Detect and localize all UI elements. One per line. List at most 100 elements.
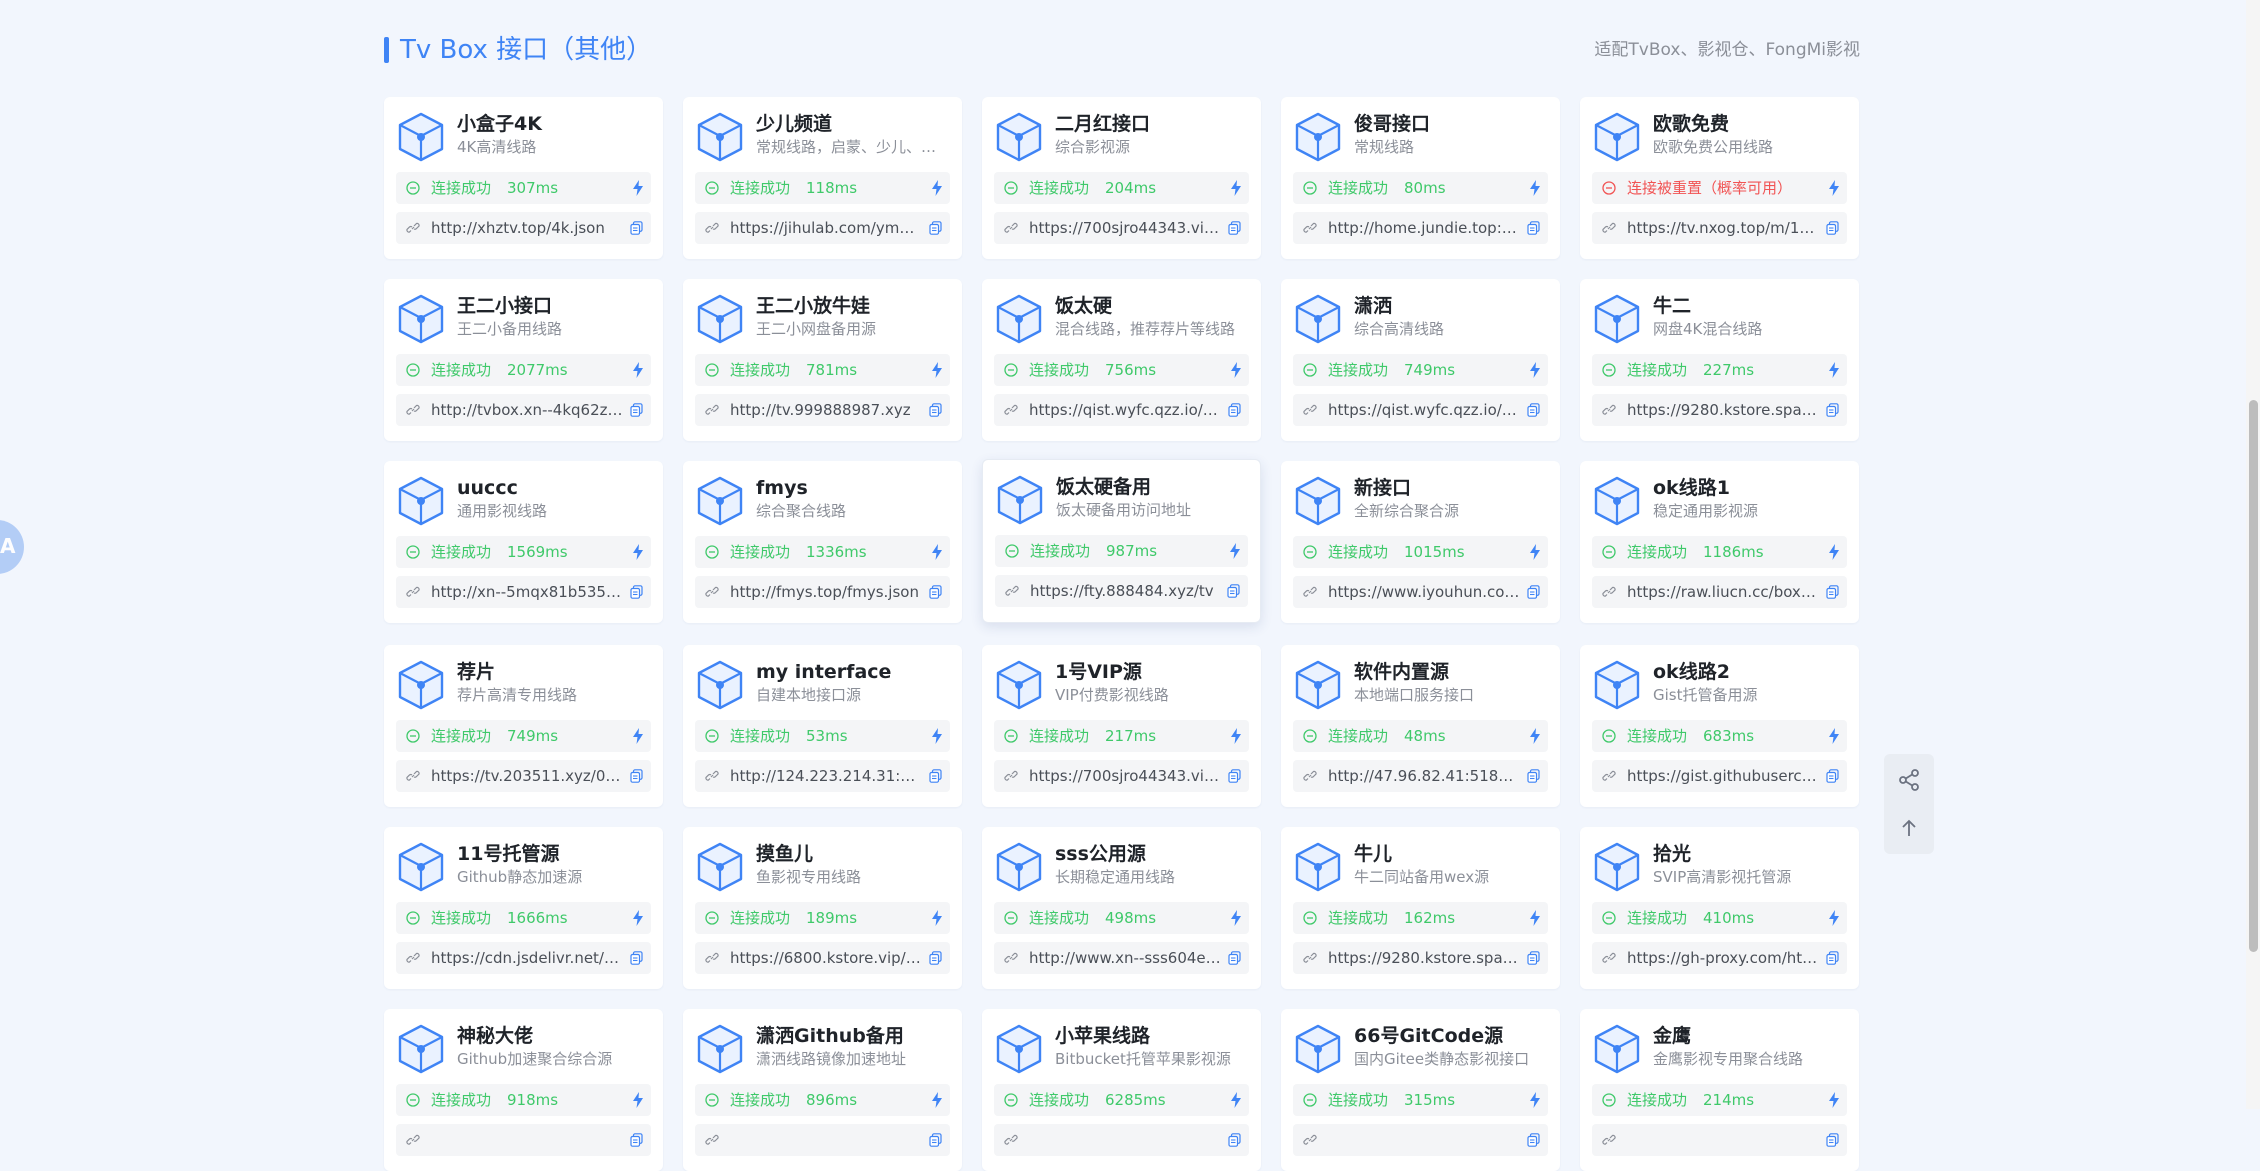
- interface-card[interactable]: ok线路2 Gist托管备用源 连接成功 683ms https://gist.…: [1580, 645, 1859, 807]
- interface-url[interactable]: https://tv.nxog.top/m/11…: [1627, 212, 1819, 244]
- bolt-icon[interactable]: [1231, 910, 1241, 926]
- interface-card[interactable]: 饭太硬备用 饭太硬备用访问地址 连接成功 987ms https://fty.8…: [982, 459, 1261, 623]
- copy-icon[interactable]: [929, 769, 942, 783]
- copy-icon[interactable]: [929, 585, 942, 599]
- copy-icon[interactable]: [630, 1133, 643, 1147]
- bolt-icon[interactable]: [1530, 362, 1540, 378]
- interface-url[interactable]: http://124.223.214.31:8/…: [730, 760, 922, 792]
- interface-card[interactable]: fmys 综合聚合线路 连接成功 1336ms http://fmys.top/…: [683, 461, 962, 623]
- interface-card[interactable]: 王二小放牛娃 王二小网盘备用源 连接成功 781ms http://tv.999…: [683, 279, 962, 441]
- interface-url[interactable]: https://700sjro44343.vic…: [1029, 212, 1221, 244]
- bolt-icon[interactable]: [932, 180, 942, 196]
- interface-card[interactable]: 二月红接口 综合影视源 连接成功 204ms https://700sjro44…: [982, 97, 1261, 259]
- interface-url[interactable]: http://fmys.top/fmys.json: [730, 576, 922, 608]
- interface-card[interactable]: sss公用源 长期稳定通用线路 连接成功 498ms http://www.xn…: [982, 827, 1261, 989]
- copy-icon[interactable]: [1826, 585, 1839, 599]
- interface-card[interactable]: 潇洒 综合高清线路 连接成功 749ms https://qist.wyfc.q…: [1281, 279, 1560, 441]
- copy-icon[interactable]: [929, 1133, 942, 1147]
- interface-url[interactable]: http://xn--5mqx81b535…: [431, 576, 623, 608]
- copy-icon[interactable]: [1527, 1133, 1540, 1147]
- scrollbar-thumb[interactable]: [2249, 400, 2258, 952]
- bolt-icon[interactable]: [1530, 544, 1540, 560]
- bolt-icon[interactable]: [633, 728, 643, 744]
- interface-card[interactable]: 小苹果线路 Bitbucket托管苹果影视源 连接成功 6285ms: [982, 1009, 1261, 1171]
- copy-icon[interactable]: [630, 403, 643, 417]
- copy-icon[interactable]: [1527, 403, 1540, 417]
- copy-icon[interactable]: [630, 769, 643, 783]
- interface-card[interactable]: 金鹰 金鹰影视专用聚合线路 连接成功 214ms: [1580, 1009, 1859, 1171]
- bolt-icon[interactable]: [932, 728, 942, 744]
- bolt-icon[interactable]: [932, 910, 942, 926]
- bolt-icon[interactable]: [1231, 362, 1241, 378]
- bolt-icon[interactable]: [932, 544, 942, 560]
- bolt-icon[interactable]: [1829, 1092, 1839, 1108]
- interface-card[interactable]: 牛二 网盘4K混合线路 连接成功 227ms https://9280.ksto…: [1580, 279, 1859, 441]
- interface-url[interactable]: https://qist.wyfc.qzz.io/x…: [1328, 394, 1520, 426]
- translate-button[interactable]: A: [0, 520, 24, 574]
- arrow-up-icon[interactable]: [1897, 816, 1921, 840]
- bolt-icon[interactable]: [1231, 728, 1241, 744]
- interface-url[interactable]: https://jihulab.com/ymz1…: [730, 212, 922, 244]
- copy-icon[interactable]: [630, 585, 643, 599]
- copy-icon[interactable]: [1826, 221, 1839, 235]
- copy-icon[interactable]: [630, 951, 643, 965]
- copy-icon[interactable]: [1527, 221, 1540, 235]
- copy-icon[interactable]: [929, 221, 942, 235]
- copy-icon[interactable]: [1228, 403, 1241, 417]
- interface-url[interactable]: https://qist.wyfc.qzz.io/ft…: [1029, 394, 1221, 426]
- bolt-icon[interactable]: [1829, 180, 1839, 196]
- interface-url[interactable]: https://700sjro44343.vic…: [1029, 760, 1221, 792]
- interface-card[interactable]: 摸鱼儿 鱼影视专用线路 连接成功 189ms https://6800.ksto…: [683, 827, 962, 989]
- copy-icon[interactable]: [1228, 769, 1241, 783]
- interface-card[interactable]: 拾光 SVIP高清影视托管源 连接成功 410ms https://gh-pro…: [1580, 827, 1859, 989]
- interface-card[interactable]: 新接口 全新综合聚合源 连接成功 1015ms https://www.iyou…: [1281, 461, 1560, 623]
- copy-icon[interactable]: [1826, 769, 1839, 783]
- interface-card[interactable]: 66号GitCode源 国内Gitee类静态影视接口 连接成功 315ms: [1281, 1009, 1560, 1171]
- bolt-icon[interactable]: [932, 1092, 942, 1108]
- bolt-icon[interactable]: [1829, 728, 1839, 744]
- bolt-icon[interactable]: [1530, 1092, 1540, 1108]
- copy-icon[interactable]: [929, 951, 942, 965]
- interface-url[interactable]: http://47.96.82.41:5188/…: [1328, 760, 1520, 792]
- copy-icon[interactable]: [630, 221, 643, 235]
- copy-icon[interactable]: [1227, 584, 1240, 598]
- bolt-icon[interactable]: [932, 362, 942, 378]
- copy-icon[interactable]: [1527, 585, 1540, 599]
- interface-url[interactable]: https://gist.githubuserco…: [1627, 760, 1819, 792]
- copy-icon[interactable]: [1826, 403, 1839, 417]
- bolt-icon[interactable]: [633, 180, 643, 196]
- interface-card[interactable]: 王二小接口 王二小备用线路 连接成功 2077ms http://tvbox.x…: [384, 279, 663, 441]
- share-icon[interactable]: [1897, 768, 1921, 792]
- interface-url[interactable]: https://fty.888484.xyz/tv: [1030, 575, 1220, 607]
- interface-card[interactable]: 11号托管源 Github静态加速源 连接成功 1666ms https://c…: [384, 827, 663, 989]
- interface-url[interactable]: http://tvbox.xn--4kq62z…: [431, 394, 623, 426]
- bolt-icon[interactable]: [1829, 362, 1839, 378]
- interface-card[interactable]: uuccc 通用影视线路 连接成功 1569ms http://xn--5mqx…: [384, 461, 663, 623]
- interface-url[interactable]: http://xhztv.top/4k.json: [431, 212, 623, 244]
- bolt-icon[interactable]: [1231, 1092, 1241, 1108]
- bolt-icon[interactable]: [633, 362, 643, 378]
- interface-card[interactable]: 饭太硬 混合线路，推荐荐片等线路 连接成功 756ms https://qist…: [982, 279, 1261, 441]
- interface-card[interactable]: 荐片 荐片高清专用线路 连接成功 749ms https://tv.203511…: [384, 645, 663, 807]
- interface-url[interactable]: https://www.iyouhun.co…: [1328, 576, 1520, 608]
- interface-url[interactable]: http://www.xn--sss604e…: [1029, 942, 1221, 974]
- interface-url[interactable]: http://home.jundie.top:8…: [1328, 212, 1520, 244]
- bolt-icon[interactable]: [1829, 544, 1839, 560]
- interface-url[interactable]: https://9280.kstore.spac…: [1627, 394, 1819, 426]
- interface-card[interactable]: 小盒子4K 4K高清线路 连接成功 307ms http://xhztv.top…: [384, 97, 663, 259]
- interface-card[interactable]: 少儿频道 常规线路，启蒙、少儿、… 连接成功 118ms https://jih…: [683, 97, 962, 259]
- interface-card[interactable]: 潇洒Github备用 潇洒线路镜像加速地址 连接成功 896ms: [683, 1009, 962, 1171]
- interface-card[interactable]: 软件内置源 本地端口服务接口 连接成功 48ms http://47.96.82…: [1281, 645, 1560, 807]
- interface-card[interactable]: ok线路1 稳定通用影视源 连接成功 1186ms https://raw.li…: [1580, 461, 1859, 623]
- interface-card[interactable]: 神秘大佬 Github加速聚合综合源 连接成功 918ms: [384, 1009, 663, 1171]
- copy-icon[interactable]: [1228, 1133, 1241, 1147]
- interface-url[interactable]: https://cdn.jsdelivr.net/g…: [431, 942, 623, 974]
- bolt-icon[interactable]: [633, 1092, 643, 1108]
- scrollbar[interactable]: [2246, 0, 2260, 1109]
- interface-card[interactable]: my interface 自建本地接口源 连接成功 53ms http://12…: [683, 645, 962, 807]
- interface-card[interactable]: 牛儿 牛二同站备用wex源 连接成功 162ms https://9280.ks…: [1281, 827, 1560, 989]
- interface-url[interactable]: https://9280.kstore.spac…: [1328, 942, 1520, 974]
- bolt-icon[interactable]: [1230, 543, 1240, 559]
- interface-url[interactable]: http://tv.999888987.xyz: [730, 394, 922, 426]
- interface-card[interactable]: 1号VIP源 VIP付费影视线路 连接成功 217ms https://700s…: [982, 645, 1261, 807]
